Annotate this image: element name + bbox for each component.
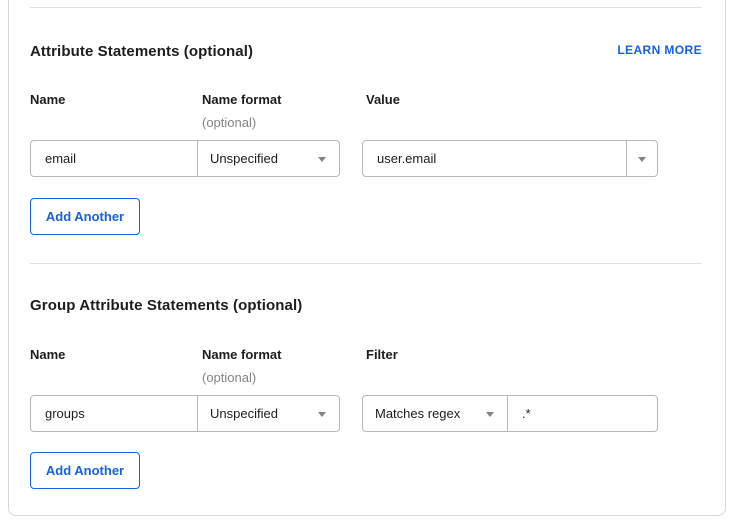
learn-more-link[interactable]: LEARN MORE <box>617 43 702 57</box>
group-attribute-statements-title: Group Attribute Statements (optional) <box>30 297 302 314</box>
settings-card <box>8 0 726 516</box>
attr-name-input[interactable] <box>30 140 198 177</box>
group-filter-header: Filter <box>366 347 398 362</box>
attr-name-format-select[interactable]: Unspecified <box>197 140 340 177</box>
attr-name-format-header: Name format <box>202 92 281 107</box>
chevron-down-icon <box>318 412 326 417</box>
attr-value-input[interactable] <box>363 141 626 176</box>
section-divider-middle <box>30 263 702 264</box>
group-name-header: Name <box>30 347 65 362</box>
attr-add-another-button[interactable]: Add Another <box>30 198 140 235</box>
group-name-format-note: (optional) <box>202 370 256 385</box>
attr-value-header: Value <box>366 92 400 107</box>
chevron-down-icon <box>638 157 646 162</box>
section-divider-top <box>30 7 702 8</box>
group-name-format-select[interactable]: Unspecified <box>197 395 340 432</box>
attr-value-dropdown-button[interactable] <box>626 141 657 176</box>
group-filter-value-input[interactable] <box>507 395 658 432</box>
group-filter-type-selected-value: Matches regex <box>375 406 460 421</box>
attr-name-header: Name <box>30 92 65 107</box>
group-name-input[interactable] <box>30 395 198 432</box>
group-add-another-button[interactable]: Add Another <box>30 452 140 489</box>
attribute-statements-title: Attribute Statements (optional) <box>30 43 253 60</box>
attr-value-combobox <box>362 140 658 177</box>
group-name-format-selected-value: Unspecified <box>210 406 278 421</box>
attr-name-format-note: (optional) <box>202 115 256 130</box>
saml-settings-panel: Attribute Statements (optional) LEARN MO… <box>0 0 737 530</box>
group-name-format-header: Name format <box>202 347 281 362</box>
attr-name-format-selected-value: Unspecified <box>210 151 278 166</box>
chevron-down-icon <box>318 157 326 162</box>
chevron-down-icon <box>486 412 494 417</box>
group-filter-type-select[interactable]: Matches regex <box>362 395 508 432</box>
